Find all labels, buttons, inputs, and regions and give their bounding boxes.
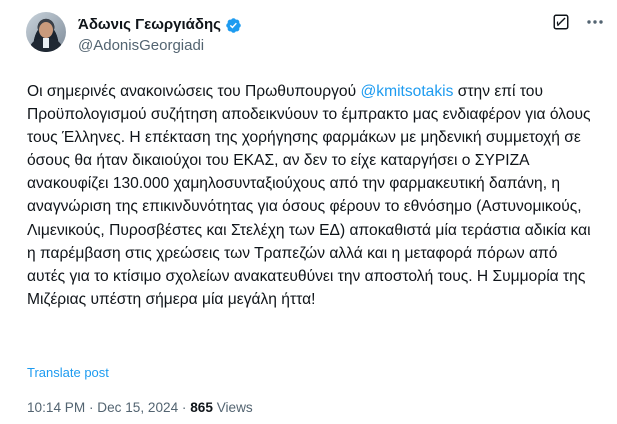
views-label: Views — [212, 400, 253, 415]
avatar-shirt — [43, 38, 49, 48]
mention-link[interactable]: @kmitsotakis — [360, 83, 453, 100]
post-meta: 10:14 PM · Dec 15, 2024 · 865 Views — [27, 399, 253, 417]
meta-separator: · — [178, 400, 191, 415]
views-count: 865 — [190, 400, 213, 415]
post-time[interactable]: 10:14 PM — [27, 400, 85, 415]
author-handle[interactable]: @AdonisGeorgiadi — [78, 37, 204, 55]
more-horizontal-icon — [585, 12, 605, 37]
grok-button[interactable] — [551, 14, 571, 34]
avatar-face — [39, 22, 53, 38]
post-date[interactable]: Dec 15, 2024 — [97, 400, 178, 415]
post-text-part-1: Οι σημερινές ανακοινώσεις του Πρωθυπουργ… — [27, 83, 361, 100]
translate-post-link[interactable]: Translate post — [27, 364, 109, 382]
avatar[interactable] — [26, 12, 66, 52]
author-name-row: Άδωνις Γεωργιάδης — [78, 15, 242, 35]
grok-icon — [552, 13, 570, 36]
more-button[interactable] — [584, 14, 606, 34]
post-text: Οι σημερινές ανακοινώσεις του Πρωθυπουργ… — [27, 80, 599, 311]
verified-badge-icon[interactable] — [225, 17, 242, 34]
post-text-part-2: στην επί του Προϋπολογισμού συζήτηση απο… — [27, 83, 591, 308]
author-display-name[interactable]: Άδωνις Γεωργιάδης — [78, 15, 221, 35]
meta-separator: · — [85, 400, 98, 415]
tweet-card: Άδωνις Γεωργιάδης @AdonisGeorgiadi Οι ση… — [0, 0, 617, 424]
